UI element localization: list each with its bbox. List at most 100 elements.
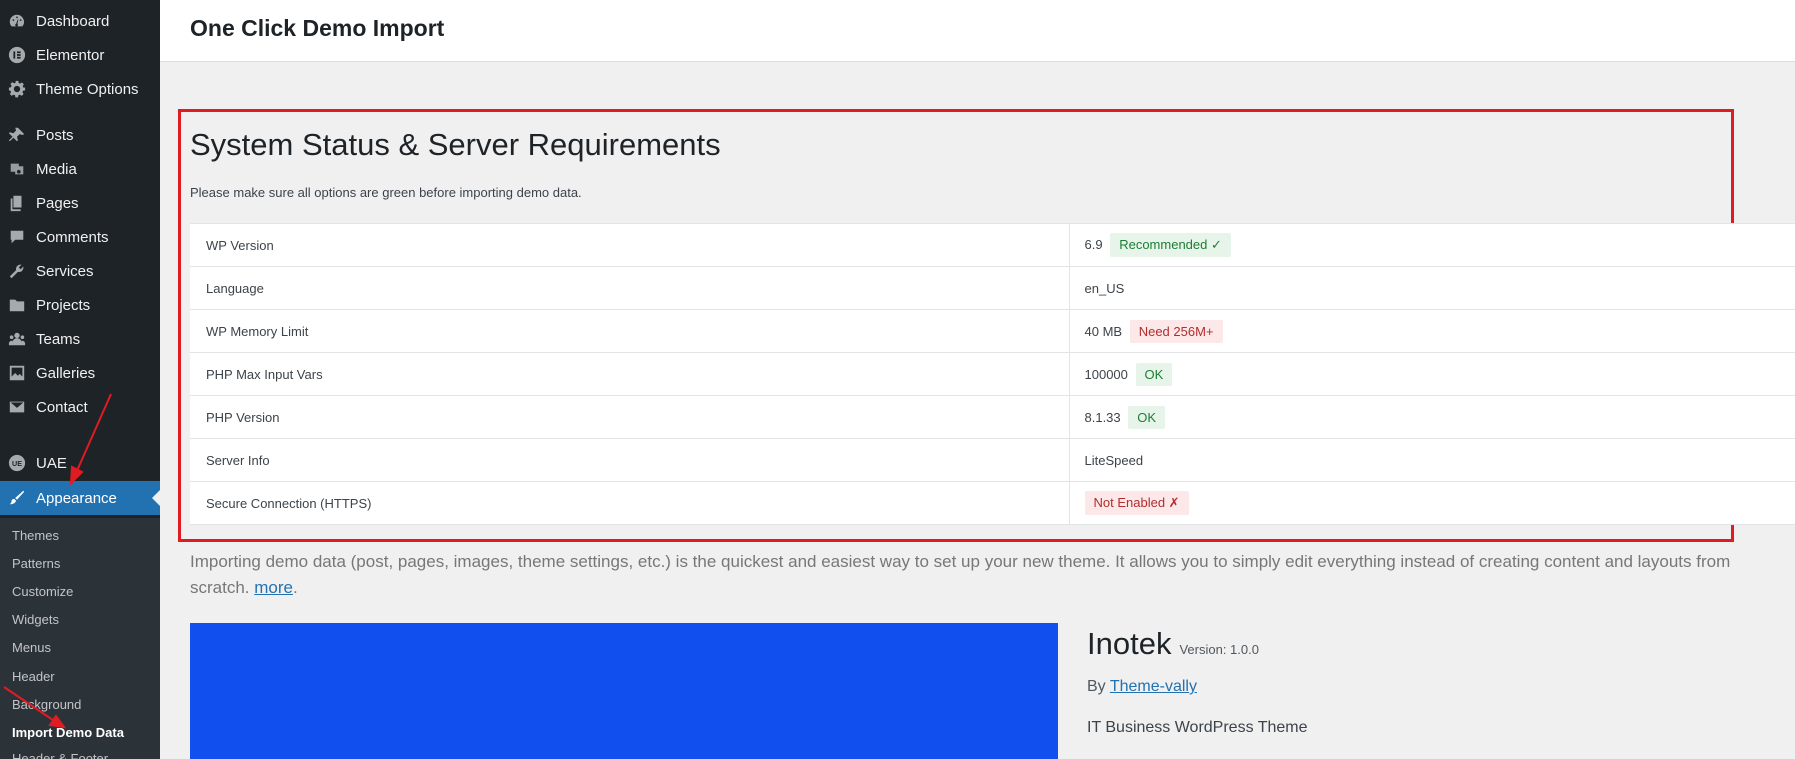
svg-text:UE: UE	[12, 459, 22, 468]
row-label: Language	[190, 266, 1070, 310]
demo-preview-image[interactable]	[190, 623, 1058, 759]
status-badge: Not Enabled ✗	[1084, 491, 1189, 515]
media-icon	[8, 160, 26, 178]
elementor-icon	[8, 46, 26, 64]
row-value-cell: Not Enabled ✗	[1069, 481, 1795, 525]
table-row: PHP Version 8.1.33 OK	[190, 395, 1795, 439]
row-value: 8.1.33	[1084, 409, 1121, 425]
row-label: PHP Max Input Vars	[190, 352, 1070, 396]
intro-paragraph: Importing demo data (post, pages, images…	[190, 552, 1731, 597]
page-header: One Click Demo Import	[160, 0, 1795, 62]
sidebar-item-uae[interactable]: UE UAE	[0, 446, 160, 480]
row-value-cell: 6.9 Recommended ✓	[1069, 223, 1795, 267]
wrench-icon	[8, 262, 26, 280]
row-value: 40 MB	[1084, 323, 1123, 339]
sidebar-item-contact[interactable]: Contact	[0, 390, 160, 424]
table-row: PHP Max Input Vars 100000 OK	[190, 352, 1795, 396]
submenu-item-patterns[interactable]: Patterns	[12, 556, 60, 571]
demo-version: Version: 1.0.0	[1179, 642, 1259, 657]
sidebar-item-label: Contact	[36, 398, 88, 416]
row-label: Secure Connection (HTTPS)	[190, 481, 1070, 525]
comments-icon	[8, 228, 26, 246]
sidebar-item-label: Comments	[36, 228, 109, 246]
sidebar-item-label: Theme Options	[36, 80, 139, 98]
by-label: By	[1087, 678, 1106, 695]
sidebar-item-appearance[interactable]: Appearance	[0, 481, 160, 515]
sidebar-item-pages[interactable]: Pages	[0, 186, 160, 220]
table-row: Server Info LiteSpeed	[190, 438, 1795, 482]
sidebar-item-label: Teams	[36, 330, 81, 348]
sidebar-item-theme-options[interactable]: Theme Options	[0, 72, 160, 106]
status-badge: Recommended ✓	[1110, 233, 1231, 257]
table-row: WP Version 6.9 Recommended ✓	[190, 223, 1795, 267]
row-label: WP Version	[190, 223, 1070, 267]
sidebar-item-posts[interactable]: Posts	[0, 118, 160, 152]
folder-icon	[8, 296, 26, 314]
submenu-item-menus[interactable]: Menus	[12, 640, 51, 655]
sidebar-item-label: Appearance	[36, 489, 117, 507]
sidebar-item-label: Elementor	[36, 46, 105, 64]
submenu-item-header-footer[interactable]: Header & Footer	[12, 751, 108, 759]
table-row: Language en_US	[190, 266, 1795, 310]
demo-description: IT Business WordPress Theme	[1087, 719, 1308, 736]
sidebar-item-label: UAE	[36, 454, 67, 472]
row-value-cell: LiteSpeed	[1069, 438, 1795, 482]
gear-icon	[8, 80, 26, 98]
intro-text: Importing demo data (post, pages, images…	[190, 552, 1731, 597]
sidebar-item-services[interactable]: Services	[0, 254, 160, 288]
demo-author: By Theme-vally	[1087, 678, 1197, 696]
submenu-item-customize[interactable]: Customize	[12, 584, 73, 599]
row-value: 100000	[1084, 366, 1128, 382]
appearance-submenu: Themes Patterns Customize Widgets Menus …	[0, 518, 160, 759]
groups-icon	[8, 330, 26, 348]
sidebar-item-label: Media	[36, 160, 77, 178]
active-menu-pointer	[152, 490, 160, 506]
sidebar-item-media[interactable]: Media	[0, 152, 160, 186]
status-badge: OK	[1128, 405, 1166, 429]
email-icon	[8, 398, 26, 416]
table-row: Secure Connection (HTTPS) Not Enabled ✗	[190, 481, 1795, 525]
sidebar-item-label: Services	[36, 262, 94, 280]
status-note: Please make sure all options are green b…	[190, 185, 582, 200]
sidebar-item-label: Galleries	[36, 364, 96, 382]
row-label: PHP Version	[190, 395, 1070, 439]
table-row: WP Memory Limit 40 MB Need 256M+	[190, 309, 1795, 353]
submenu-item-widgets[interactable]: Widgets	[12, 612, 59, 627]
sidebar-item-dashboard[interactable]: Dashboard	[0, 4, 160, 38]
pin-icon	[8, 126, 26, 144]
status-badge: OK	[1135, 362, 1173, 386]
status-table: WP Version 6.9 Recommended ✓ Language en…	[190, 223, 1795, 525]
author-link[interactable]: Theme-vally	[1110, 678, 1197, 695]
admin-sidebar: Dashboard Elementor Theme Options Posts …	[0, 0, 160, 759]
sidebar-item-galleries[interactable]: Galleries	[0, 356, 160, 390]
sidebar-item-teams[interactable]: Teams	[0, 322, 160, 356]
submenu-item-background[interactable]: Background	[12, 697, 81, 712]
page-title: One Click Demo Import	[190, 15, 445, 41]
sidebar-item-elementor[interactable]: Elementor	[0, 38, 160, 72]
sidebar-item-comments[interactable]: Comments	[0, 220, 160, 254]
row-value-cell: 100000 OK	[1069, 352, 1795, 396]
sidebar-item-label: Projects	[36, 296, 91, 314]
uae-icon: UE	[8, 454, 26, 472]
status-heading: System Status & Server Requirements	[190, 127, 721, 162]
row-value: LiteSpeed	[1084, 452, 1144, 468]
submenu-item-import-demo-data[interactable]: Import Demo Data	[12, 725, 124, 740]
row-value-cell: 8.1.33 OK	[1069, 395, 1795, 439]
submenu-item-header[interactable]: Header	[12, 669, 55, 684]
row-value: en_US	[1084, 280, 1125, 296]
status-badge: Need 256M+	[1129, 319, 1223, 343]
demo-title: Inotek Version: 1.0.0	[1087, 626, 1259, 662]
submenu-item-themes[interactable]: Themes	[12, 528, 59, 543]
row-value-cell: 40 MB Need 256M+	[1069, 309, 1795, 353]
sidebar-item-label: Pages	[36, 194, 79, 212]
brush-icon	[8, 489, 26, 507]
row-value-cell: en_US	[1069, 266, 1795, 310]
dashboard-icon	[8, 12, 26, 30]
demo-name: Inotek	[1087, 626, 1172, 661]
row-label: WP Memory Limit	[190, 309, 1070, 353]
sidebar-item-projects[interactable]: Projects	[0, 288, 160, 322]
row-value: 6.9	[1084, 237, 1103, 252]
gallery-icon	[8, 364, 26, 382]
read-more-link[interactable]: more	[254, 578, 293, 597]
sidebar-item-label: Posts	[36, 126, 74, 144]
